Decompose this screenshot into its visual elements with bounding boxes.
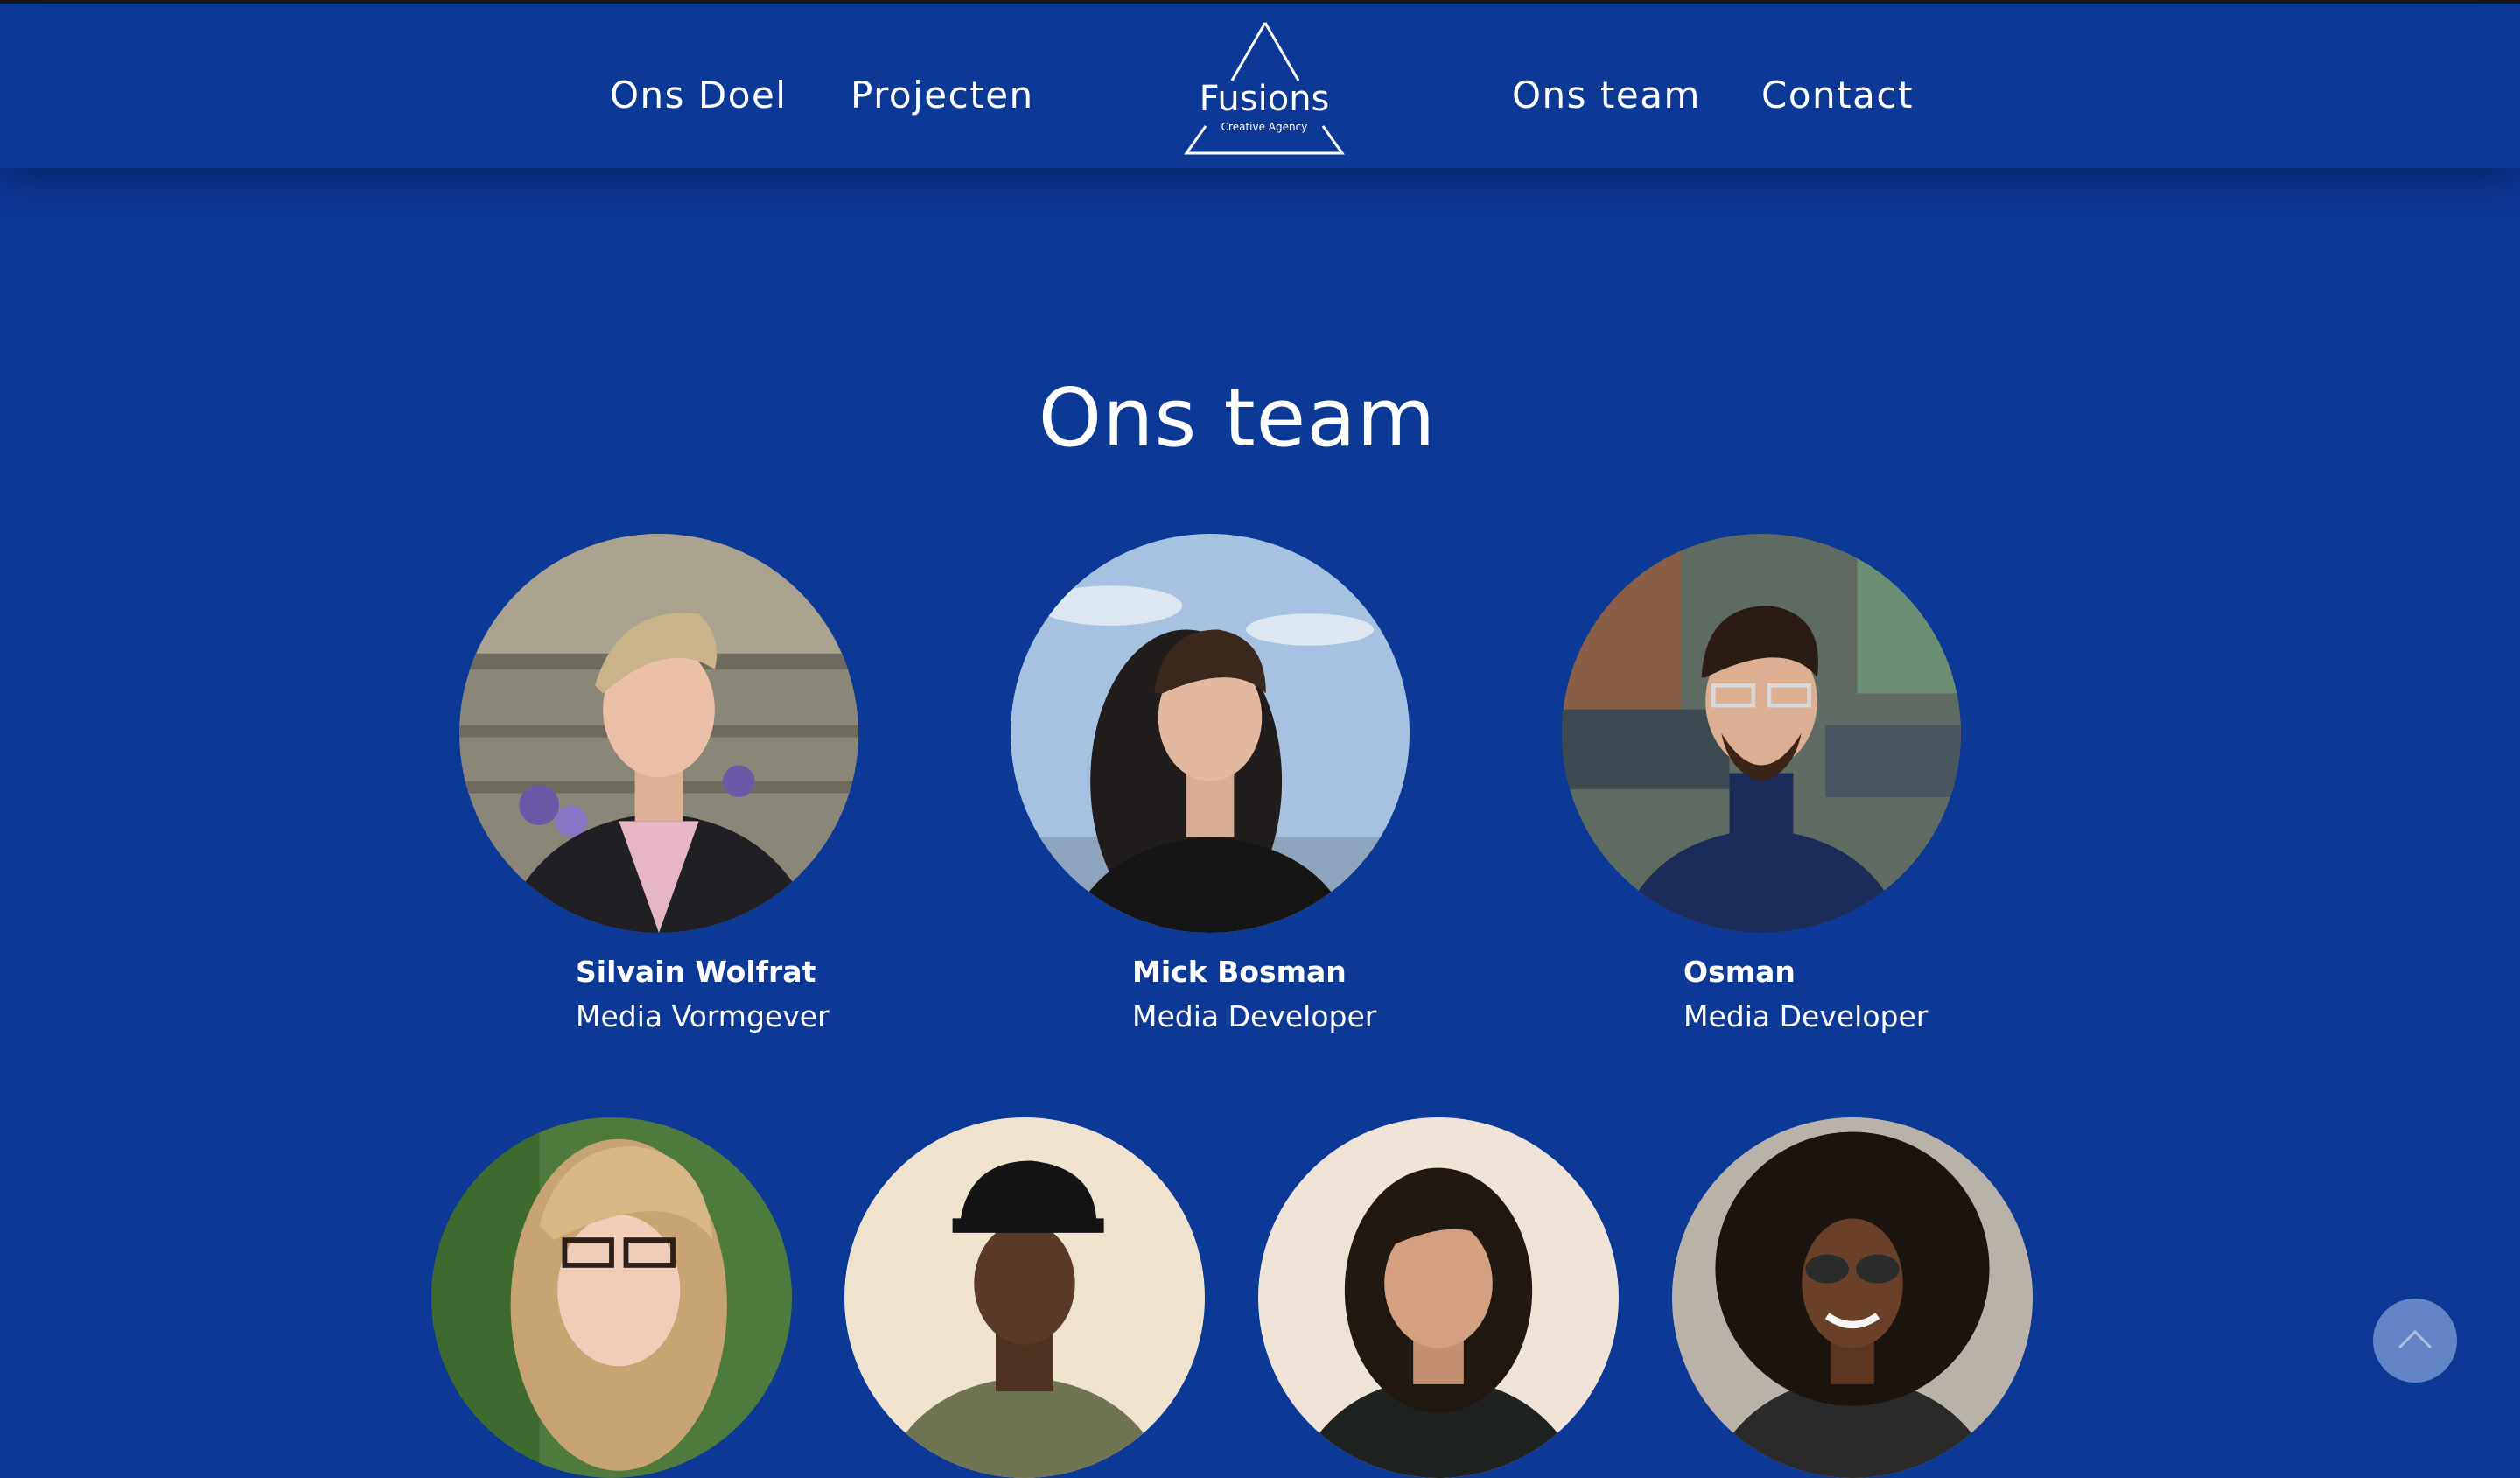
nav-link-ons-team[interactable]: Ons team [1512, 74, 1701, 116]
member-photo [1672, 1117, 2033, 1478]
member-name: Mick Bosman [1132, 955, 1347, 989]
member-photo [1258, 1117, 1619, 1478]
member-photo [844, 1117, 1205, 1478]
member-photo-silvain-wolfrat [459, 534, 858, 933]
nav-link-ons-doel[interactable]: Ons Doel [610, 74, 787, 116]
team-section-title: Ons team [1038, 371, 1437, 465]
chevron-up-icon [2398, 1329, 2432, 1349]
site-header: Ons Doel Projecten Fusions Creative Agen… [0, 4, 2520, 168]
nav-link-projecten[interactable]: Projecten [850, 74, 1034, 116]
nav-link-contact[interactable]: Contact [1761, 74, 1914, 116]
logo-wordmark: Fusions [1199, 79, 1330, 119]
member-role: Media Developer [1132, 999, 1377, 1033]
scroll-to-top-button[interactable] [2373, 1299, 2457, 1383]
member-role: Media Vormgever [576, 999, 830, 1033]
member-photo-mick-bosman [1011, 534, 1410, 933]
member-photo [431, 1117, 792, 1478]
member-name: Osman [1684, 955, 1796, 989]
member-photo-osman [1562, 534, 1961, 933]
member-name: Silvain Wolfrat [576, 955, 816, 989]
fusions-logo[interactable]: Fusions Creative Agency [1181, 19, 1348, 158]
member-role: Media Developer [1684, 999, 1928, 1033]
logo-tagline: Creative Agency [1221, 121, 1308, 133]
